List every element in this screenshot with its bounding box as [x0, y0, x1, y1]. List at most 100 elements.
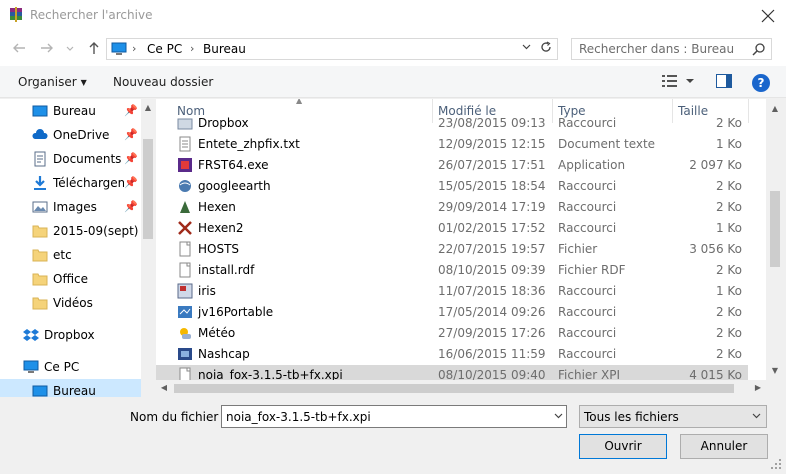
view-options-button[interactable] — [686, 74, 696, 90]
column-divider[interactable] — [748, 99, 749, 123]
chevron-down-icon — [522, 44, 530, 50]
file-row[interactable]: Dropbox 23/08/2015 09:13 Raccourci 2 Ko — [156, 113, 748, 134]
help-button[interactable]: ? — [752, 74, 770, 92]
address-bar[interactable]: › Ce PC › Bureau — [106, 38, 558, 60]
file-list-horizontal-scrollbar[interactable]: ◀ ▶ — [156, 380, 766, 397]
sidebar-item-videos[interactable]: Vidéos — [0, 291, 142, 315]
sidebar-item-documents[interactable]: Documents 📌 — [0, 147, 142, 171]
open-button[interactable]: Ouvrir — [579, 434, 667, 459]
file-type: Fichier RDF — [558, 263, 626, 277]
sidebar-item-bureau-pc[interactable]: Bureau — [0, 379, 142, 397]
computer-icon — [23, 360, 39, 373]
file-type: Raccourci — [558, 347, 617, 361]
vertical-scroll-thumb[interactable] — [770, 191, 780, 267]
scroll-up-icon[interactable]: ▲ — [767, 101, 783, 117]
file-row[interactable]: FRST64.exe 26/07/2015 17:51 Application 2 0… — [156, 155, 748, 176]
details-view-icon — [662, 75, 677, 87]
chevron-down-icon[interactable] — [554, 409, 563, 426]
preview-pane-icon — [716, 74, 732, 88]
file-size: 2 Ko — [715, 179, 742, 193]
pin-icon: 📌 — [124, 128, 138, 141]
breadcrumb-separator: › — [190, 42, 195, 55]
sidebar-item-label: Dropbox — [44, 328, 95, 342]
sidebar-item-downloads[interactable]: Téléchargements 📌 — [0, 171, 142, 195]
caret-down-icon — [686, 79, 694, 83]
file-size: 2 Ko — [715, 116, 742, 130]
file-row[interactable]: Hexen 29/09/2014 17:19 Raccourci 2 Ko — [156, 197, 748, 218]
breadcrumb-separator: › — [132, 42, 137, 55]
sidebar-item-label: Ce PC — [44, 360, 80, 374]
scroll-right-icon[interactable]: ▶ — [750, 380, 766, 396]
back-button[interactable] — [12, 39, 26, 57]
chevron-down-icon — [66, 46, 74, 51]
sidebar-item-etc[interactable]: etc — [0, 243, 142, 267]
file-type: Raccourci — [558, 284, 617, 298]
sidebar-scrollbar[interactable]: ▲ — [141, 99, 155, 397]
file-name: FRST64.exe — [198, 158, 269, 172]
filename-input[interactable]: noia_fox-3.1.5-tb+fx.xpi — [221, 405, 567, 428]
new-folder-button[interactable]: Nouveau dossier — [113, 75, 213, 89]
scroll-up-icon[interactable]: ▲ — [141, 101, 155, 115]
sidebar-item-label: Vidéos — [53, 296, 93, 310]
sidebar-item-ce-pc[interactable]: Ce PC — [0, 355, 142, 379]
chevron-down-icon — [752, 409, 761, 426]
file-row[interactable]: iris 11/07/2015 18:36 Raccourci 1 Ko — [156, 281, 748, 302]
sidebar-scroll-thumb[interactable] — [143, 139, 153, 239]
file-size: 2 Ko — [715, 263, 742, 277]
change-view-button[interactable] — [662, 74, 682, 90]
scroll-left-icon[interactable]: ◀ — [156, 380, 172, 396]
caret-down-icon: ▼ — [80, 78, 87, 87]
file-list-vertical-scrollbar[interactable]: ▲ ▼ — [766, 99, 784, 397]
sidebar-item-office[interactable]: Office — [0, 267, 142, 291]
organize-button[interactable]: Organiser ▼ — [18, 75, 87, 89]
file-row[interactable]: jv16Portable 17/05/2014 09:26 Raccourci 2 K… — [156, 302, 748, 323]
file-row[interactable]: HOSTS 22/07/2015 19:57 Fichier 3 056 Ko — [156, 239, 748, 260]
download-icon — [34, 176, 46, 190]
file-date: 15/05/2015 18:54 — [438, 179, 546, 193]
sidebar-item-label: etc — [53, 248, 72, 262]
file-row[interactable]: Hexen2 01/02/2015 17:52 Raccourci 1 Ko — [156, 218, 748, 239]
resize-grip-icon[interactable] — [770, 458, 782, 470]
sidebar-item-2015-09[interactable]: 2015-09(sept) — [0, 219, 142, 243]
file-row[interactable]: Entete_zhpfix.txt 12/09/2015 12:15 Documen… — [156, 134, 748, 155]
close-button[interactable] — [758, 6, 778, 26]
file-type: Raccourci — [558, 200, 617, 214]
cancel-button[interactable]: Annuler — [680, 434, 768, 459]
sidebar-item-label: Office — [53, 272, 89, 286]
horizontal-scroll-thumb[interactable] — [174, 384, 734, 393]
arrow-right-icon — [41, 43, 53, 53]
search-input[interactable]: Rechercher dans : Bureau — [571, 38, 772, 60]
forward-button[interactable] — [40, 39, 54, 57]
folder-icon — [32, 249, 48, 262]
file-type-select[interactable]: Tous les fichiers — [579, 405, 767, 428]
sidebar-item-dropbox[interactable]: Dropbox — [0, 323, 142, 347]
sidebar-item-label: 2015-09(sept) — [53, 224, 139, 238]
scroll-down-icon[interactable]: ▼ — [767, 363, 783, 379]
desktop-icon — [32, 385, 48, 397]
refresh-button[interactable] — [538, 40, 554, 58]
pin-icon: 📌 — [124, 152, 138, 165]
command-toolbar: Organiser ▼ Nouveau dossier — [0, 66, 786, 98]
breadcrumb-ce-pc[interactable]: Ce PC — [147, 42, 182, 56]
hexen2-shortcut-icon — [178, 221, 192, 235]
sidebar-item-images[interactable]: Images 📌 — [0, 195, 142, 219]
filename-label: Nom du fichier : — [130, 410, 227, 424]
file-row[interactable]: Météo 27/09/2015 17:26 Raccourci 2 Ko — [156, 323, 748, 344]
file-date: 23/08/2015 09:13 — [438, 116, 546, 130]
sidebar-item-bureau[interactable]: Bureau 📌 — [0, 99, 142, 123]
weather-shortcut-icon — [180, 328, 191, 339]
sidebar-item-onedrive[interactable]: OneDrive 📌 — [0, 123, 142, 147]
file-row[interactable]: googleearth 15/05/2015 18:54 Raccourci 2 Ko — [156, 176, 748, 197]
file-date: 12/09/2015 12:15 — [438, 137, 546, 151]
breadcrumb-bureau[interactable]: Bureau — [203, 42, 246, 56]
file-row[interactable]: install.rdf 08/10/2015 09:39 Fichier RDF 2 … — [156, 260, 748, 281]
preview-pane-button[interactable] — [716, 74, 736, 90]
dialog-footer: Nom du fichier : noia_fox-3.1.5-tb+fx.xp… — [0, 397, 786, 474]
address-dropdown-button[interactable] — [519, 41, 533, 57]
up-button[interactable] — [87, 39, 101, 57]
window-title: Rechercher l'archive — [30, 8, 153, 22]
file-type: Raccourci — [558, 221, 617, 235]
recent-locations-button[interactable] — [66, 39, 74, 57]
file-row[interactable]: Nashcap 16/06/2015 11:59 Raccourci 2 Ko — [156, 344, 748, 365]
iris-shortcut-icon — [177, 283, 193, 299]
